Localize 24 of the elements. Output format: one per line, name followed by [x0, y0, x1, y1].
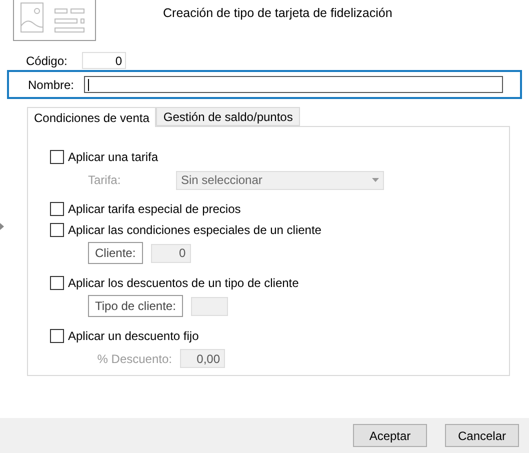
- field-label: % Descuento:: [96, 352, 172, 366]
- checkbox-label: Aplicar las condiciones especiales de un cliente: [68, 222, 322, 237]
- accept-button[interactable]: Aceptar: [353, 424, 427, 447]
- checkbox-label: Aplicar un descuento fijo: [68, 328, 199, 343]
- input-field[interactable]: 0: [82, 52, 126, 69]
- tab[interactable]: Condiciones de venta: [27, 107, 156, 127]
- form-image-icon: [13, 0, 96, 41]
- field-label: Tarifa:: [88, 173, 122, 188]
- field-label: Nombre:: [28, 78, 76, 92]
- field-label: Código:: [26, 54, 68, 68]
- checkbox[interactable]: [50, 328, 64, 343]
- checkbox[interactable]: [50, 222, 64, 237]
- input-field[interactable]: [84, 76, 503, 93]
- checkbox[interactable]: [50, 276, 64, 290]
- checkbox[interactable]: [50, 150, 64, 164]
- chevron-icon: [0, 223, 5, 230]
- checkbox-label: Aplicar tarifa especial de precios: [68, 202, 241, 216]
- tab[interactable]: Gestión de saldo/puntos: [156, 107, 300, 126]
- cancel-button[interactable]: Cancelar: [445, 424, 519, 447]
- window-title: Creación de tipo de tarjeta de fidelización: [163, 6, 392, 20]
- checkbox-label: Aplicar una tarifa: [68, 150, 158, 164]
- checkbox-label: Aplicar los descuentos de un tipo de cliente: [68, 276, 299, 290]
- checkbox[interactable]: [50, 202, 64, 216]
- caret-icon: [372, 178, 379, 182]
